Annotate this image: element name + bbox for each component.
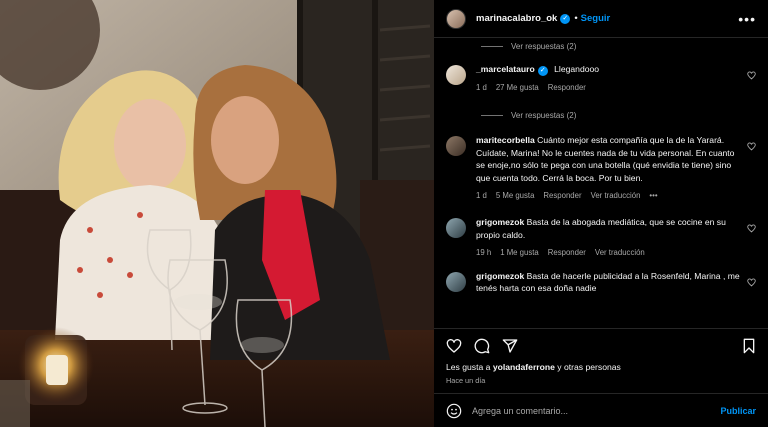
translate-button[interactable]: Ver traducción xyxy=(595,247,645,259)
reply-button[interactable]: Responder xyxy=(543,190,581,202)
view-replies-button[interactable]: Ver respuestas (2) xyxy=(446,39,756,53)
separator: • xyxy=(574,13,578,24)
post-actions xyxy=(434,328,768,362)
comment-icon[interactable] xyxy=(474,338,490,354)
comment-heart-icon[interactable] xyxy=(747,142,756,151)
share-icon[interactable] xyxy=(502,338,518,354)
comment-heart-icon[interactable] xyxy=(747,224,756,233)
more-icon[interactable]: ••• xyxy=(738,11,756,27)
comment-more-icon[interactable]: ••• xyxy=(649,190,657,202)
comment-username[interactable]: grigomezok xyxy=(476,217,524,227)
comment-likes[interactable]: 27 Me gusta xyxy=(496,82,539,94)
comment-time: 19 h xyxy=(476,248,492,258)
liker-username[interactable]: yolandaferrone xyxy=(493,362,555,372)
verified-icon: ✓ xyxy=(537,66,548,76)
comment-heart-icon[interactable] xyxy=(747,71,756,80)
comment-heart-icon[interactable] xyxy=(747,278,756,287)
comment-username[interactable]: _marcelatauro xyxy=(476,64,535,74)
comment-meta: 19 h 1 Me gusta Responder Ver traducción xyxy=(476,247,740,259)
publish-button[interactable]: Publicar xyxy=(720,406,756,416)
post-photo[interactable] xyxy=(0,0,434,427)
commenter-avatar[interactable] xyxy=(446,65,466,85)
comment-meta: 1 d 27 Me gusta Responder xyxy=(476,82,740,94)
comment-item: grigomezok Basta de la abogada mediática… xyxy=(446,216,756,259)
verified-icon: ✓ xyxy=(560,13,571,24)
post-header: marinacalabro_ok ✓ • Seguir ••• xyxy=(434,0,768,38)
bookmark-icon[interactable] xyxy=(742,338,756,354)
comment-item: maritecorbella Cuánto mejor esta compañí… xyxy=(446,134,756,202)
comment-username[interactable]: maritecorbella xyxy=(476,135,535,145)
post-side-panel: marinacalabro_ok ✓ • Seguir ••• Ver resp… xyxy=(434,0,768,427)
likes-summary[interactable]: Les gusta a yolandaferrone y otras perso… xyxy=(434,362,768,372)
comment-meta: 1 d 5 Me gusta Responder Ver traducción … xyxy=(476,190,740,202)
photo-illustration xyxy=(0,0,434,427)
comment-item: grigomezok Basta de hacerle publicidad a… xyxy=(446,270,756,295)
comment-username[interactable]: grigomezok xyxy=(476,271,524,281)
commenter-avatar[interactable] xyxy=(446,218,466,239)
view-replies-button[interactable]: Ver respuestas (2) xyxy=(446,108,756,122)
comment-text: Llegandooo xyxy=(554,64,600,74)
heart-icon[interactable] xyxy=(446,338,462,354)
comment-time: 1 d xyxy=(476,83,487,92)
comment-input[interactable]: Agrega un comentario... xyxy=(472,406,720,416)
commenter-avatar[interactable] xyxy=(446,271,466,292)
translate-button[interactable]: Ver traducción xyxy=(591,190,641,202)
author-username[interactable]: marinacalabro_ok xyxy=(476,13,557,24)
reply-button[interactable]: Responder xyxy=(548,247,586,259)
comment-time: 1 d xyxy=(476,191,487,201)
add-comment-bar: Agrega un comentario... Publicar xyxy=(434,393,768,427)
comment-likes[interactable]: 1 Me gusta xyxy=(500,247,539,259)
post-viewer: marinacalabro_ok ✓ • Seguir ••• Ver resp… xyxy=(0,0,768,427)
post-time: Hace un día xyxy=(446,376,486,385)
follow-button[interactable]: Seguir xyxy=(581,13,611,24)
emoji-icon[interactable] xyxy=(446,403,462,419)
comments-list: Ver respuestas (2) _marcelatauro ✓ Llegan… xyxy=(434,38,768,328)
reply-button[interactable]: Responder xyxy=(548,82,586,94)
author-avatar[interactable] xyxy=(446,8,466,29)
comment-item: _marcelatauro ✓ Llegandooo 1 d 27 Me gust… xyxy=(446,63,756,94)
comment-likes[interactable]: 5 Me gusta xyxy=(496,190,535,202)
commenter-avatar[interactable] xyxy=(446,136,466,157)
